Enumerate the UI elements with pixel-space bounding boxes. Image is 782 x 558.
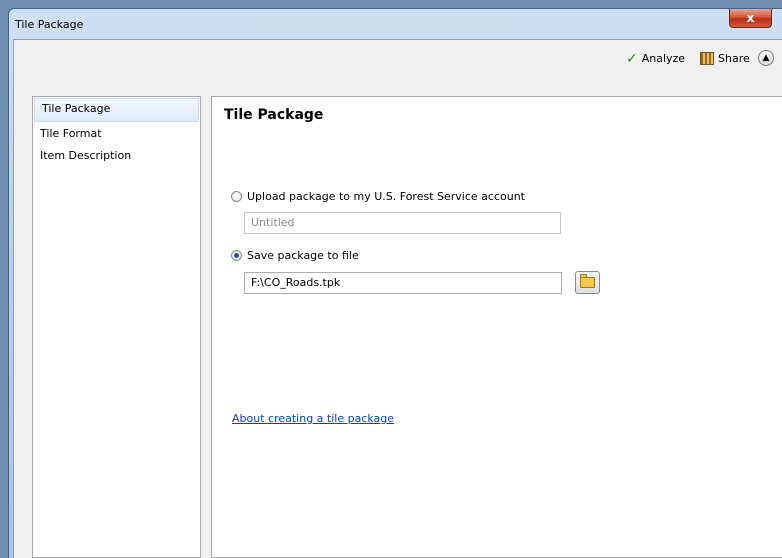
upload-option-label: Upload package to my U.S. Forest Service… [247, 190, 525, 203]
share-label: Share [718, 52, 750, 65]
save-option[interactable]: Save package to file [231, 249, 359, 262]
title-bar[interactable]: Tile Package x [9, 9, 782, 39]
save-radio[interactable] [231, 250, 242, 261]
save-path-field[interactable]: F:\CO_Roads.tpk [244, 272, 562, 294]
upload-option[interactable]: Upload package to my U.S. Forest Service… [231, 190, 525, 203]
analyze-button[interactable]: ✓ Analyze [626, 50, 686, 67]
panel-title: Tile Package [224, 107, 324, 123]
dialog-client-area: ✓ Analyze Share ▲ Tile Package Tile Form… [13, 39, 782, 558]
browse-button[interactable] [575, 271, 600, 294]
upload-radio[interactable] [231, 191, 242, 202]
tile-package-panel: Tile Package Upload package to my U.S. F… [211, 96, 782, 558]
tile-package-window: Tile Package x ✓ Analyze Share ▲ Tile Pa… [8, 8, 782, 558]
analyze-label: Analyze [641, 52, 686, 65]
upload-name-field[interactable]: Untitled [244, 212, 561, 234]
chevron-up-icon: ▲ [762, 53, 770, 63]
side-navigation: Tile Package Tile Format Item Descriptio… [32, 96, 201, 558]
window-title: Tile Package [15, 18, 84, 31]
share-button[interactable]: Share [700, 52, 750, 65]
folder-icon [580, 274, 595, 288]
share-icon [700, 52, 714, 65]
nav-item-tile-package[interactable]: Tile Package [34, 98, 199, 122]
close-icon: x [746, 11, 755, 25]
close-button[interactable]: x [729, 9, 772, 28]
help-link[interactable]: About creating a tile package [232, 412, 394, 425]
nav-item-item-description[interactable]: Item Description [33, 145, 200, 167]
checkmark-icon: ✓ [626, 50, 638, 67]
toolbar: ✓ Analyze Share ▲ [14, 40, 782, 76]
collapse-button[interactable]: ▲ [758, 50, 774, 66]
save-option-label: Save package to file [247, 249, 359, 262]
nav-item-tile-format[interactable]: Tile Format [33, 123, 200, 145]
